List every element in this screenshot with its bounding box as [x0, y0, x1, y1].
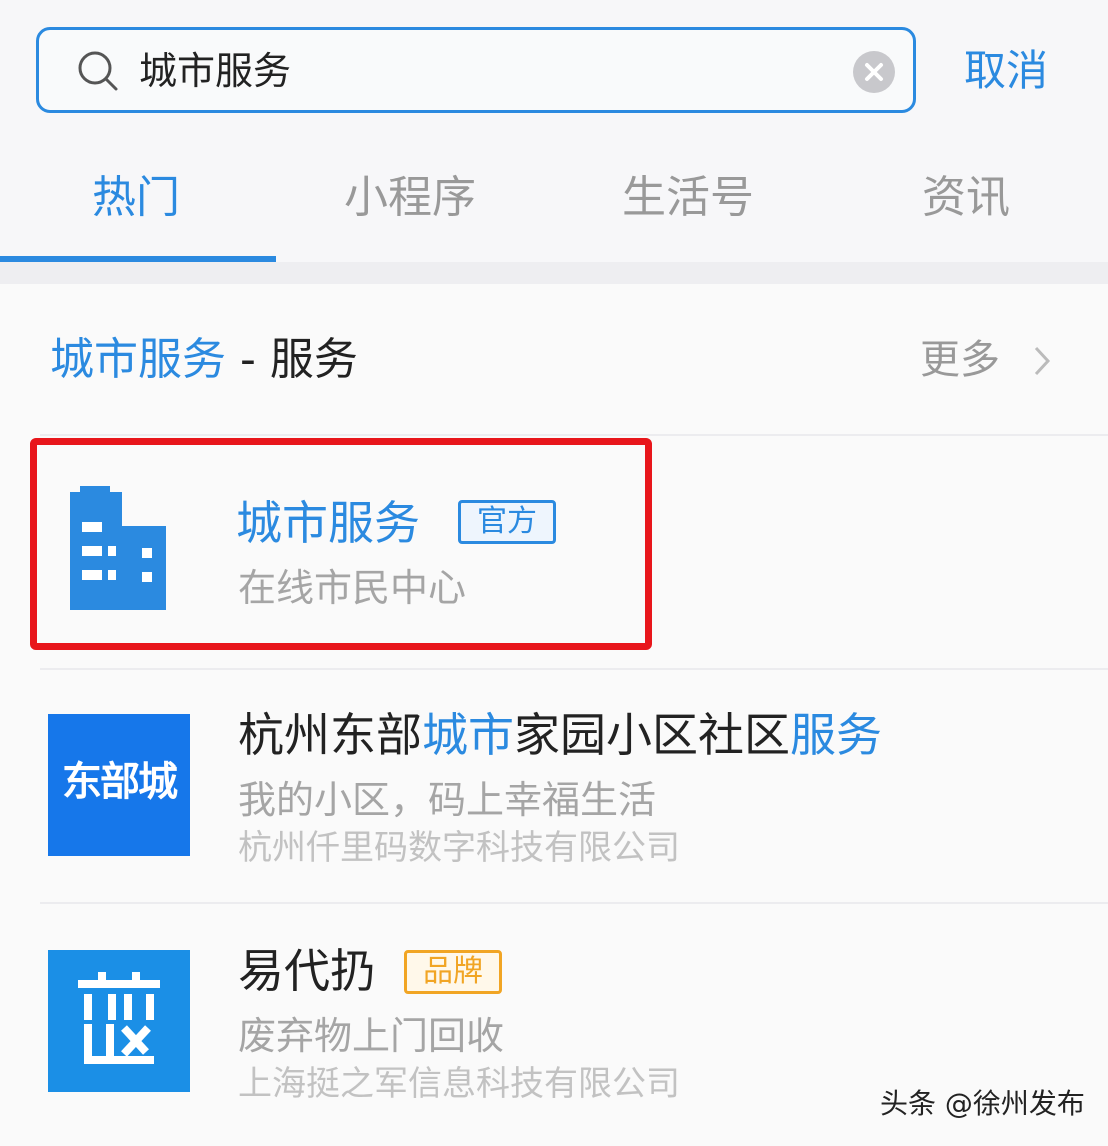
clear-search-icon[interactable] [853, 51, 895, 93]
item-company: 杭州仟里码数字科技有限公司 [238, 828, 680, 868]
tab-mini-programs[interactable]: 小程序 [344, 170, 476, 226]
section-separator [0, 262, 1108, 284]
recycle-logo-icon [48, 950, 190, 1092]
search-input[interactable]: 城市服务 [36, 27, 916, 113]
watermark-text: 头条 @徐州发布 [880, 1087, 1085, 1120]
list-item-dongbu-city[interactable]: 东部城 杭州东部城市家园小区社区服务 我的小区，码上幸福生活 杭州仟里码数字科技… [0, 668, 1108, 902]
more-link[interactable]: 更多 [920, 334, 1000, 386]
brand-badge: 品牌 [404, 950, 502, 994]
section-title-suffix: - 服务 [226, 334, 358, 385]
chevron-right-icon[interactable] [1030, 344, 1054, 378]
item-title: 杭州东部城市家园小区社区服务 [238, 708, 882, 762]
item-company: 上海挺之军信息科技有限公司 [238, 1064, 680, 1104]
item-subtitle: 我的小区，码上幸福生活 [238, 778, 657, 822]
tab-news[interactable]: 资讯 [922, 170, 1010, 226]
search-header: 城市服务 取消 [0, 0, 1108, 140]
item-title: 易代扔 [238, 944, 376, 998]
result-tabs: 热门 小程序 生活号 资讯 [0, 140, 1108, 262]
tab-life-accounts[interactable]: 生活号 [622, 170, 754, 226]
divider [40, 434, 1108, 436]
search-icon [78, 51, 118, 91]
cancel-button[interactable]: 取消 [964, 44, 1048, 98]
logo-text: 东部城 [62, 759, 178, 805]
highlight-annotation-box [30, 438, 652, 650]
section-title-keyword: 城市服务 [50, 334, 226, 385]
tab-hot[interactable]: 热门 [92, 170, 180, 226]
section-title: 城市服务 - 服务 [50, 332, 358, 388]
search-query-text: 城市服务 [139, 49, 292, 93]
dongbu-city-logo: 东部城 [48, 714, 190, 856]
item-subtitle: 废弃物上门回收 [238, 1014, 505, 1058]
